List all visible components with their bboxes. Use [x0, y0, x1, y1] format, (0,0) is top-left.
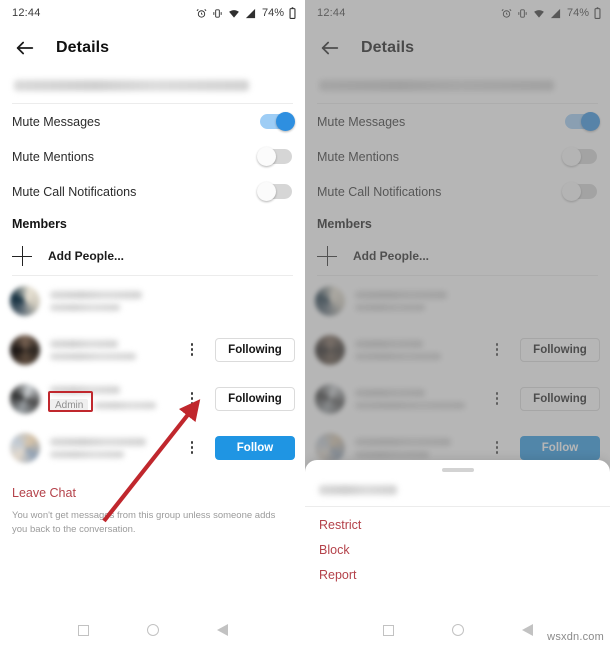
member-handle-redacted: [50, 303, 120, 311]
member-name-block: member name hidden: [50, 339, 136, 360]
action-block[interactable]: Block: [305, 532, 610, 557]
mute-messages-toggle[interactable]: [260, 112, 295, 131]
leave-chat-section: Leave Chat You won't get messages from t…: [0, 472, 305, 537]
setting-label: Mute Call Notifications: [12, 184, 137, 199]
table-row[interactable]: member name hidden Following: [0, 325, 305, 374]
mute-call-notifications-toggle[interactable]: [257, 182, 292, 201]
member-handle-redacted: [50, 352, 136, 360]
back-arrow-icon[interactable]: [14, 37, 36, 59]
android-nav-bar-left: [0, 610, 305, 650]
member-name-redacted: member name hidden: [50, 437, 146, 446]
watermark: wsxdn.com: [547, 631, 604, 643]
member-name-block: member name hidden: [50, 290, 142, 311]
table-row[interactable]: member name hidden Admin Following: [0, 374, 305, 423]
member-name-redacted: member name hidden: [50, 385, 120, 394]
member-name-redacted: member name hidden: [50, 339, 118, 348]
kebab-menu-icon[interactable]: [185, 340, 199, 360]
avatar: [10, 383, 40, 414]
back-triangle-icon[interactable]: [216, 624, 228, 636]
setting-label: Mute Mentions: [12, 149, 94, 164]
sheet-username-redacted: username hidden: [319, 484, 397, 495]
action-report[interactable]: Report: [305, 557, 610, 582]
add-people-button[interactable]: Add People...: [0, 237, 305, 275]
avatar: [10, 285, 40, 316]
setting-row-mute-call-notifications[interactable]: Mute Call Notifications: [0, 174, 305, 209]
signal-icon: [245, 8, 256, 19]
kebab-menu-icon[interactable]: [185, 389, 199, 409]
member-name-block: member name hidden Admin: [50, 385, 157, 412]
leave-chat-link[interactable]: Leave Chat: [12, 486, 293, 500]
avatar: [10, 432, 40, 463]
add-people-label: Add People...: [48, 249, 125, 263]
member-handle-redacted: [94, 401, 157, 409]
table-row[interactable]: member name hidden: [0, 276, 305, 325]
status-bar-left: 12:44 74%: [0, 0, 305, 26]
group-name-row[interactable]: group name hidden: [0, 70, 305, 103]
table-row[interactable]: member name hidden Follow: [0, 423, 305, 472]
members-section-title: Members: [12, 217, 67, 231]
back-triangle-icon[interactable]: [521, 624, 533, 636]
mute-mentions-toggle[interactable]: [257, 147, 292, 166]
app-bar-left: Details: [0, 26, 305, 70]
panel-left-details-screen: 12:44 74% Details Mute Messages Mute Men…: [0, 0, 305, 650]
wifi-icon: [228, 8, 240, 19]
page-title: Details: [56, 39, 110, 56]
kebab-menu-icon[interactable]: [185, 438, 199, 458]
setting-row-mute-mentions[interactable]: Mute Mentions: [0, 139, 305, 174]
android-nav-bar-right: [305, 610, 610, 650]
home-circle-icon[interactable]: [146, 624, 159, 636]
home-circle-icon[interactable]: [451, 624, 464, 636]
two-panel-comparison: 12:44 74% Details Mute Messages Mute Men…: [0, 0, 610, 650]
battery-icon: [289, 7, 296, 19]
recents-square-icon[interactable]: [382, 624, 394, 636]
member-name-redacted: member name hidden: [50, 290, 142, 299]
vibrate-icon: [212, 8, 223, 19]
plus-icon: [12, 246, 32, 266]
avatar: [10, 334, 40, 365]
following-button[interactable]: Following: [215, 337, 295, 362]
member-name-block: member name hidden: [50, 437, 146, 458]
status-icon-group: 74%: [196, 7, 296, 19]
admin-badge: Admin: [50, 398, 89, 412]
panel-right-action-sheet-screen: 12:44 74%: [305, 0, 610, 650]
follow-button[interactable]: Follow: [215, 435, 295, 460]
setting-row-mute-messages[interactable]: Mute Messages: [0, 104, 305, 139]
alarm-icon: [196, 8, 207, 19]
leave-chat-description: You won't get messages from this group u…: [12, 510, 276, 535]
member-handle-redacted: [50, 450, 124, 458]
action-restrict[interactable]: Restrict: [305, 507, 610, 532]
battery-percent-label: 74%: [261, 7, 284, 19]
following-button[interactable]: Following: [215, 386, 295, 411]
setting-label: Mute Messages: [12, 114, 101, 129]
sheet-drag-handle[interactable]: [441, 468, 474, 472]
recents-square-icon[interactable]: [77, 624, 89, 636]
status-time: 12:44: [12, 7, 41, 19]
group-name-redacted: group name hidden: [14, 80, 249, 91]
